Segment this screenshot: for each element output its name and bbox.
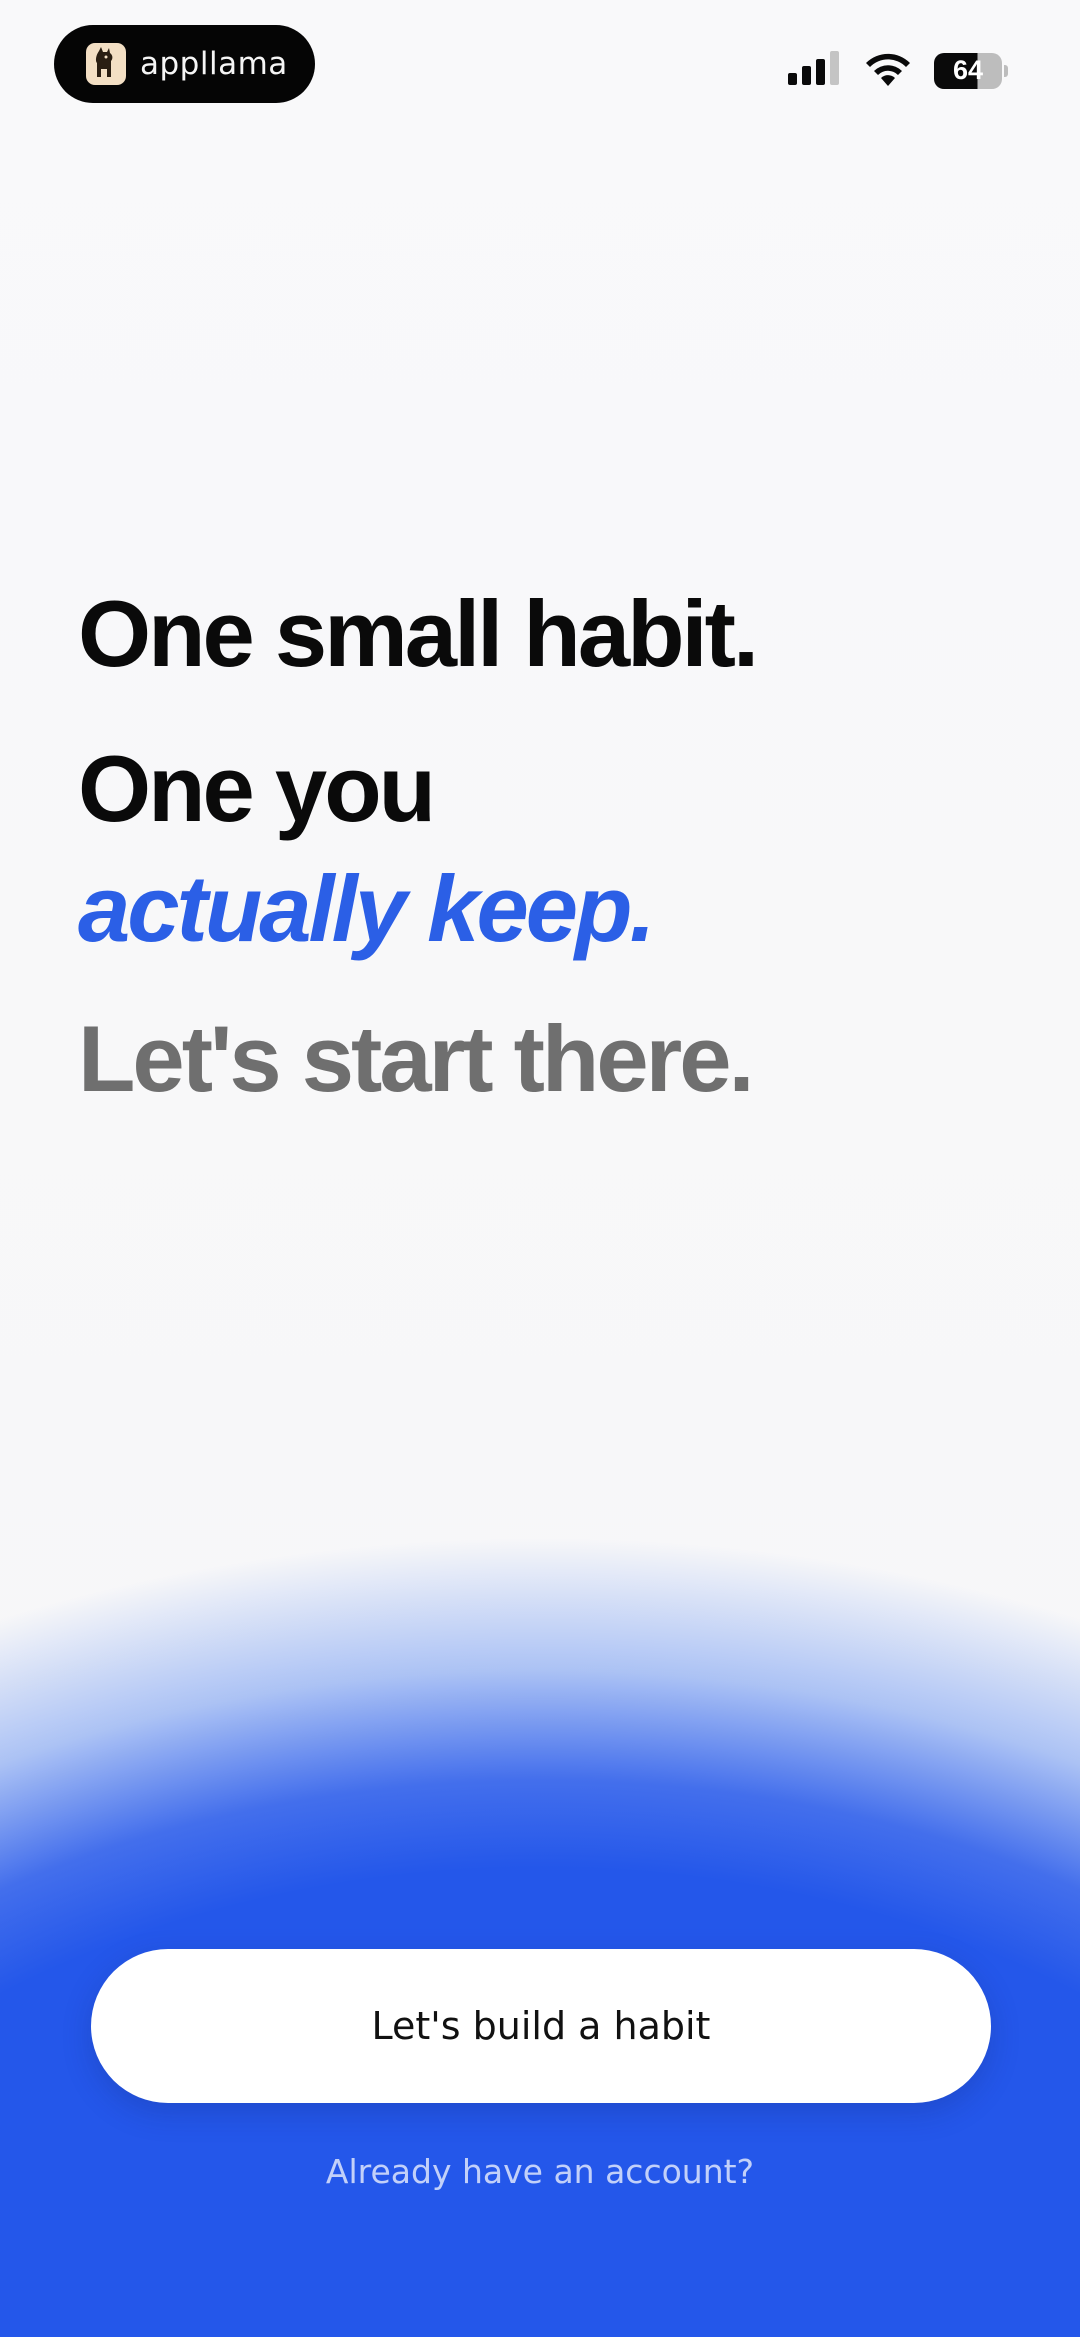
headline-line-2: One you bbox=[78, 736, 436, 841]
battery-level: 64 bbox=[934, 52, 1003, 89]
cellular-signal-icon bbox=[788, 51, 842, 90]
llama-logo-icon bbox=[86, 43, 126, 85]
headline-line-1: One small habit. bbox=[78, 581, 759, 686]
app-name-label: appllama bbox=[140, 46, 288, 82]
build-habit-button[interactable]: Let's build a habit bbox=[91, 1949, 991, 2103]
app-indicator-pill[interactable]: appllama bbox=[54, 25, 315, 103]
wifi-icon bbox=[864, 50, 912, 91]
login-link[interactable]: Already have an account? bbox=[0, 2152, 1080, 2191]
headline-accent-line: actually keep. bbox=[78, 856, 656, 961]
headline-subline: Let's start there. bbox=[78, 1006, 755, 1111]
battery-tip bbox=[1004, 64, 1008, 77]
status-icons: 64 bbox=[788, 50, 1008, 91]
battery-icon: 64 bbox=[934, 52, 1008, 89]
